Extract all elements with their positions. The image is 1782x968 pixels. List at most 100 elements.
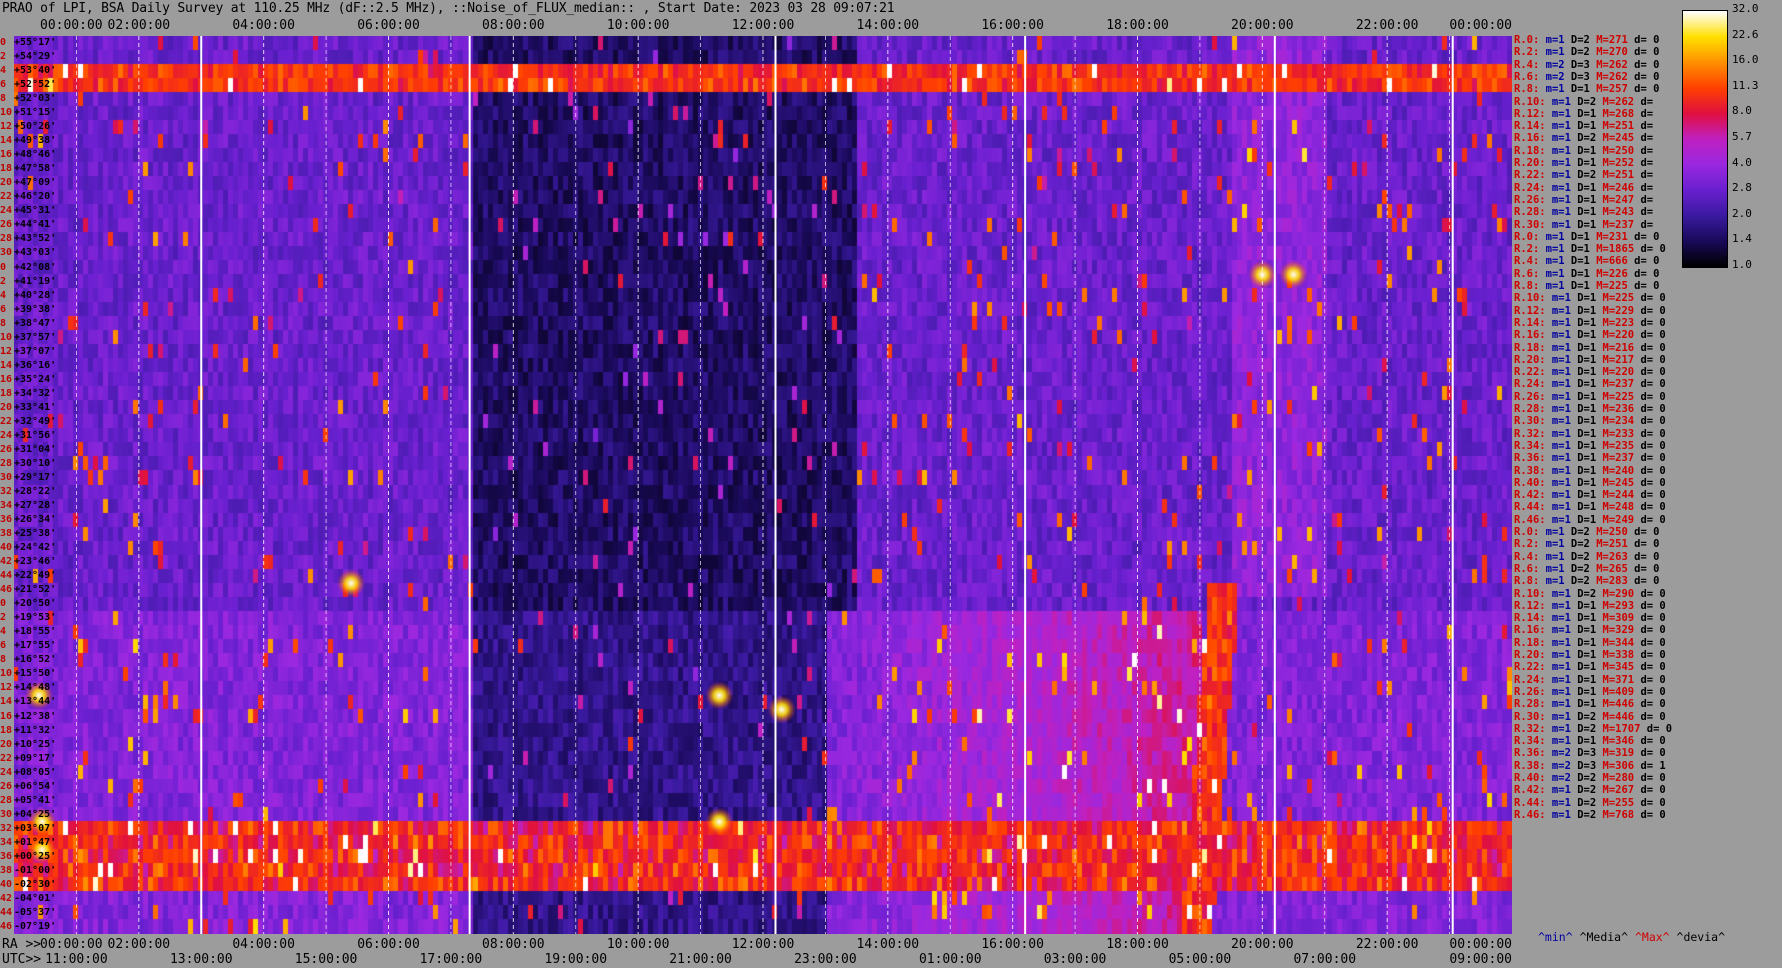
beam-min: m=1 xyxy=(1545,157,1571,169)
beam-max: M=248 xyxy=(1596,501,1635,514)
beam-median: D=1 xyxy=(1570,439,1597,452)
beam-max: M=237 xyxy=(1596,452,1635,465)
beam-devia: d= 0 xyxy=(1634,304,1666,317)
beam-index: 0 xyxy=(0,598,7,610)
declination-value: +20°50' xyxy=(14,598,57,610)
beam-min: m=1 xyxy=(1545,439,1571,452)
declination-label: 16 +35°24' xyxy=(0,373,56,385)
beam-devia: d= 0 xyxy=(1634,612,1666,625)
utc-tick: 21:00:00 xyxy=(669,952,732,967)
legend-max: ^Max^ xyxy=(1634,930,1670,944)
declination-value: -05°37' xyxy=(14,906,57,918)
beam-devia: d= 0 xyxy=(1634,636,1666,649)
top-axis-tick: 16:00:00 xyxy=(981,18,1044,33)
beam-name: R.10: xyxy=(1514,587,1546,600)
colorbar-tick: 16.0 xyxy=(1732,53,1759,67)
beam-max: M=306 xyxy=(1596,759,1635,772)
beam-name: R.42: xyxy=(1514,784,1546,797)
beam-index: 4 xyxy=(0,626,7,638)
colorbar-tick: 1.4 xyxy=(1732,232,1752,246)
beam-devia: d= xyxy=(1634,107,1654,120)
declination-value: +43°03' xyxy=(14,247,57,259)
beam-min: m=1 xyxy=(1539,538,1565,551)
beam-stat-row: R.8: m=1 D=2 M=283 d= 0 xyxy=(1514,575,1659,587)
beam-devia: d= 0 xyxy=(1627,58,1660,71)
beam-median: D=2 xyxy=(1570,808,1597,821)
beam-devia: d= 0 xyxy=(1627,280,1660,292)
beam-min: m=1 xyxy=(1545,193,1571,206)
beam-min: m=1 xyxy=(1539,255,1565,268)
colorbar-tick: 8.0 xyxy=(1732,104,1752,118)
beam-median: D=2 xyxy=(1570,710,1597,723)
beam-max: M=262 xyxy=(1589,58,1628,71)
beam-name: R.32: xyxy=(1514,722,1546,735)
beam-index: 8 xyxy=(0,93,7,105)
beam-max: M=270 xyxy=(1589,46,1628,59)
beam-index: 16 xyxy=(0,373,13,385)
utc-tick: 09:00:00 xyxy=(1449,952,1512,967)
beam-stat-row: R.6: m=2 D=3 M=262 d= 0 xyxy=(1514,71,1659,83)
declination-label: 8 +16°52' xyxy=(0,655,56,665)
ra-tick: 06:00:00 xyxy=(357,937,420,952)
beam-name: R.8: xyxy=(1514,280,1540,292)
beam-min: m=1 xyxy=(1545,710,1571,723)
beam-median: D=1 xyxy=(1570,685,1597,698)
beam-max: M=283 xyxy=(1589,575,1628,588)
beam-max: M=217 xyxy=(1596,353,1635,366)
beam-stat-row: R.44: m=1 D=2 M=255 d= 0 xyxy=(1514,797,1666,809)
top-axis-tick: 10:00:00 xyxy=(606,18,670,33)
declination-label: 44 -05°37' xyxy=(0,906,57,918)
declination-label: 24 +31°56' xyxy=(0,429,56,441)
beam-max: M=338 xyxy=(1596,649,1635,661)
beam-devia: d= xyxy=(1634,132,1654,145)
beam-index: 18 xyxy=(0,163,13,175)
declination-value: +24°42' xyxy=(14,542,57,554)
declination-label: 42 -04°01' xyxy=(0,893,56,904)
beam-min: m=1 xyxy=(1545,341,1571,354)
beam-name: R.18: xyxy=(1514,341,1546,354)
beam-stat-row: R.8: m=1 D=1 M=257 d= 0 xyxy=(1514,83,1659,95)
beam-median: D=1 xyxy=(1570,193,1597,206)
beam-stat-row: R.34: m=1 D=1 M=235 d= 0 xyxy=(1514,440,1666,452)
declination-value: +42°08' xyxy=(14,261,57,273)
beam-name: R.44: xyxy=(1514,796,1546,809)
beam-index: 14 xyxy=(0,359,13,371)
declination-label: 24 +45°31' xyxy=(0,206,56,216)
beam-name: R.16: xyxy=(1514,132,1546,145)
declination-value: +36°16' xyxy=(14,359,57,371)
beam-stat-row: R.12: m=1 D=1 M=268 d= xyxy=(1514,108,1653,120)
declination-label: 20 +10°25' xyxy=(0,738,56,750)
declination-value: +21°52' xyxy=(14,584,57,596)
beam-min: m=1 xyxy=(1545,218,1571,231)
declination-value: +29°17' xyxy=(14,471,57,483)
beam-devia: d= 0 xyxy=(1634,403,1666,415)
declination-value: +19°53' xyxy=(14,612,57,624)
beam-min: m=1 xyxy=(1545,95,1571,108)
beam-index: 24 xyxy=(0,429,13,441)
declination-label: 28 +43°52' xyxy=(0,234,56,244)
beam-stat-row: R.26: m=1 D=1 M=409 d= 0 xyxy=(1514,686,1666,698)
beam-max: M=252 xyxy=(1596,157,1635,169)
beam-median: D=2 xyxy=(1564,562,1590,575)
beam-median: D=1 xyxy=(1570,353,1597,366)
ra-tick: 14:00:00 xyxy=(856,937,920,952)
beam-min: m=2 xyxy=(1545,759,1571,772)
beam-index: 42 xyxy=(0,556,13,568)
declination-value: +18°55' xyxy=(14,626,57,638)
utc-tick: 19:00:00 xyxy=(544,952,608,967)
beam-max: M=371 xyxy=(1596,673,1635,686)
beam-devia: d= 0 xyxy=(1634,808,1666,821)
beam-stat-row: R.10: m=1 D=2 M=290 d= 0 xyxy=(1514,588,1666,600)
beam-name: R.26: xyxy=(1514,193,1546,206)
beam-median: D=1 xyxy=(1570,181,1597,194)
top-axis-tick: 08:00:00 xyxy=(482,18,545,33)
beam-max: M=309 xyxy=(1596,612,1635,625)
colorbar-tick: 2.8 xyxy=(1732,181,1752,195)
beam-min: m=1 xyxy=(1545,476,1571,489)
beam-name: R.8: xyxy=(1514,575,1540,588)
beam-index: 20 xyxy=(0,738,13,750)
beam-index: 20 xyxy=(0,177,13,189)
beam-stat-row: R.44: m=1 D=1 M=248 d= 0 xyxy=(1514,501,1666,513)
beam-index: 12 xyxy=(0,345,13,357)
beam-index: 2 xyxy=(0,275,7,287)
